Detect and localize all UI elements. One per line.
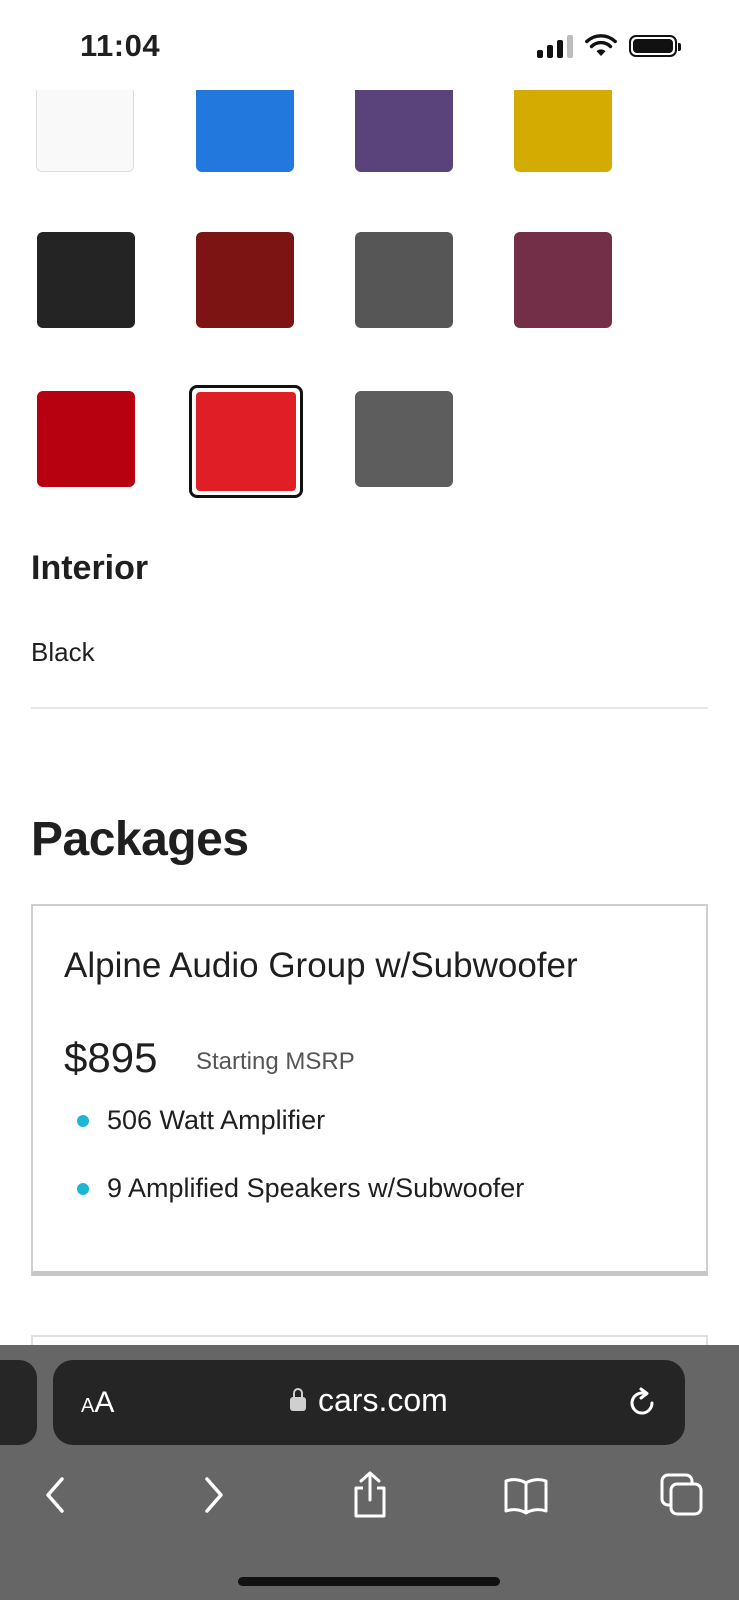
package-price-label: Starting MSRP xyxy=(196,1048,355,1075)
address-bar[interactable]: AA cars.com xyxy=(53,1360,685,1445)
selected-color-fill xyxy=(196,392,296,491)
status-time: 11:04 xyxy=(80,28,161,63)
battery-icon xyxy=(629,35,681,57)
package-price: $895 xyxy=(64,1034,158,1081)
previous-tab-preview[interactable] xyxy=(0,1360,37,1445)
back-icon xyxy=(46,1477,64,1513)
color-swatch[interactable] xyxy=(196,232,294,328)
text-size-small-label: A xyxy=(81,1395,95,1417)
color-swatch[interactable] xyxy=(196,76,294,172)
interior-heading: Interior xyxy=(31,549,149,587)
url-display[interactable]: cars.com xyxy=(290,1382,448,1419)
share-button[interactable] xyxy=(342,1467,398,1523)
packages-heading: Packages xyxy=(31,813,249,866)
forward-button[interactable] xyxy=(186,1467,242,1523)
forward-icon xyxy=(205,1477,223,1513)
color-swatch[interactable] xyxy=(355,391,453,487)
package-feature-text: 506 Watt Amplifier xyxy=(107,1105,326,1135)
cellular-signal-icon xyxy=(537,34,573,58)
wifi-icon xyxy=(585,34,617,56)
package-card[interactable]: Alpine Audio Group w/Subwoofer $895 Star… xyxy=(31,904,708,1276)
bookmarks-icon xyxy=(504,1478,548,1515)
package-feature-text: 9 Amplified Speakers w/Subwoofer xyxy=(107,1173,525,1203)
interior-value: Black xyxy=(31,637,95,667)
tabs-icon xyxy=(660,1473,703,1516)
home-indicator xyxy=(238,1577,500,1586)
color-swatch[interactable] xyxy=(37,391,135,487)
package-title: Alpine Audio Group w/Subwoofer xyxy=(64,946,578,985)
color-swatch[interactable] xyxy=(514,76,612,172)
status-bar: 11:04 xyxy=(0,0,739,90)
bookmarks-button[interactable] xyxy=(498,1467,554,1523)
share-icon xyxy=(354,1471,386,1518)
tabs-button[interactable] xyxy=(654,1467,710,1523)
url-text: cars.com xyxy=(318,1382,448,1418)
text-size-large-label: A xyxy=(94,1386,115,1419)
package-feature-item: 506 Watt Amplifier xyxy=(77,1105,325,1136)
back-button[interactable] xyxy=(27,1467,83,1523)
bullet-icon xyxy=(77,1114,89,1127)
status-icons xyxy=(537,34,681,58)
color-swatch[interactable] xyxy=(355,76,453,172)
color-swatch[interactable] xyxy=(37,232,135,328)
reload-icon[interactable] xyxy=(623,1384,661,1422)
lock-icon xyxy=(290,1387,306,1411)
bullet-icon xyxy=(77,1182,89,1195)
selected-color-swatch[interactable] xyxy=(189,385,303,498)
browser-toolbar: AA cars.com xyxy=(0,1345,739,1600)
color-swatch[interactable] xyxy=(36,76,134,172)
color-swatch[interactable] xyxy=(355,232,453,328)
section-divider xyxy=(31,707,708,709)
package-feature-item: 9 Amplified Speakers w/Subwoofer xyxy=(77,1173,524,1204)
color-swatch[interactable] xyxy=(514,232,612,328)
text-size-button[interactable]: AA xyxy=(81,1386,114,1420)
